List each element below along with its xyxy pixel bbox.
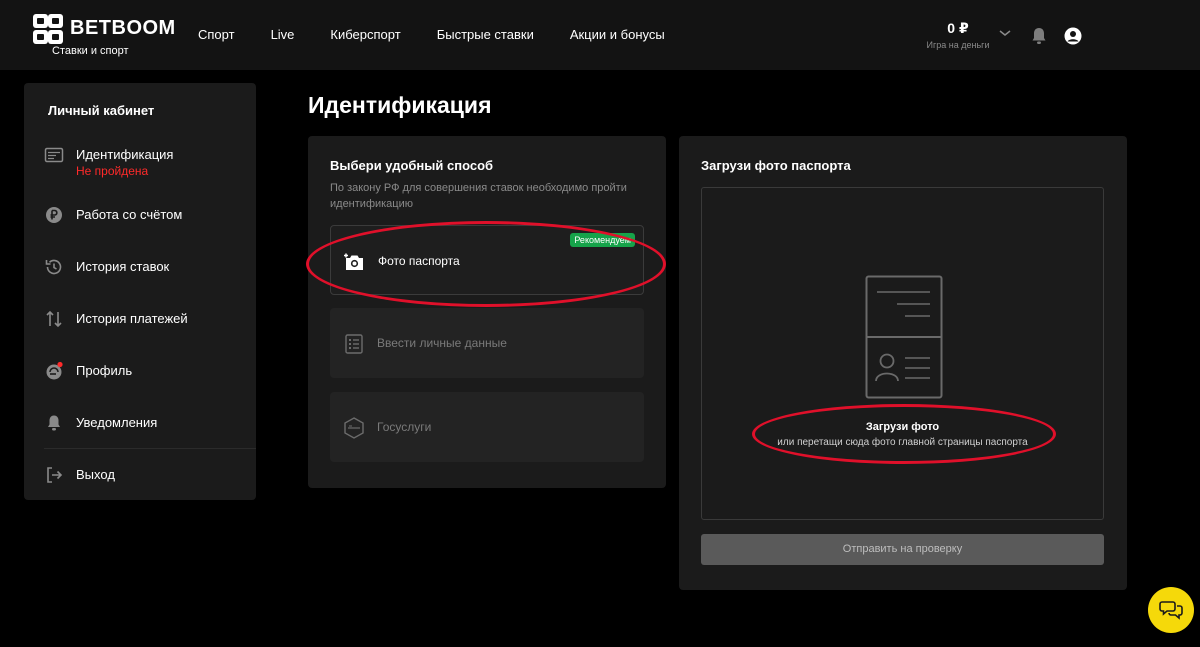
sidebar-item-label: Профиль — [76, 363, 133, 378]
sidebar-divider — [44, 448, 256, 449]
ruble-coin-icon — [46, 207, 62, 223]
sidebar-item-label: Уведомления — [76, 415, 158, 430]
profile-icon — [46, 361, 63, 380]
brand-logo[interactable]: BETBOOM Ставки и спорт — [32, 13, 175, 59]
user-account-icon[interactable] — [1064, 27, 1082, 45]
bell-icon[interactable] — [1031, 27, 1047, 45]
upload-heading: Загрузи фото паспорта — [701, 158, 851, 173]
brand-name: BETBOOM — [70, 17, 176, 39]
sidebar-item-payment-history[interactable]: История платежей — [44, 309, 244, 345]
chevron-down-icon[interactable] — [998, 28, 1012, 38]
submit-for-review-button[interactable]: Отправить на проверку — [701, 534, 1104, 565]
id-card-icon — [44, 147, 64, 163]
option-label: Фото паспорта — [378, 254, 460, 268]
balance-amount: 0 ₽ — [947, 20, 969, 36]
identification-method-card: Выбери удобный способ По закону РФ для с… — [308, 136, 666, 488]
sidebar-item-identification[interactable]: Идентификация Не пройдена — [44, 145, 244, 185]
nav-promotions[interactable]: Акции и бонусы — [570, 27, 665, 42]
sidebar-item-account[interactable]: Работа со счётом — [44, 205, 244, 241]
balance-mode-label: Игра на деньги — [926, 40, 990, 50]
method-heading: Выбери удобный способ — [330, 158, 494, 173]
balance-widget[interactable]: 0 ₽ Игра на деньги — [918, 20, 998, 50]
sidebar-item-label: Работа со счётом — [76, 207, 183, 222]
option-label: Ввести личные данные — [377, 336, 507, 350]
nav-esports[interactable]: Киберспорт — [330, 27, 400, 42]
nav-sport[interactable]: Спорт — [198, 27, 235, 42]
option-passport-photo[interactable]: Фото паспорта Рекомендуем — [330, 225, 644, 295]
gosuslugi-icon — [344, 417, 364, 439]
bell-icon — [48, 415, 60, 431]
sidebar-item-label: История платежей — [76, 311, 188, 326]
option-personal-data[interactable]: Ввести личные данные — [330, 308, 644, 378]
main-nav: Спорт Live Киберспорт Быстрые ставки Акц… — [198, 27, 701, 42]
support-chat-button[interactable] — [1148, 587, 1194, 633]
chat-bubbles-icon — [1159, 601, 1183, 620]
betboom-logo-icon — [33, 14, 63, 44]
form-list-icon — [345, 334, 363, 354]
photo-dropzone[interactable]: Загрузи фото или перетащи сюда фото глав… — [701, 187, 1104, 520]
brand-tagline: Ставки и спорт — [52, 45, 129, 57]
history-icon — [45, 259, 62, 275]
passport-upload-card: Загрузи фото паспорта Загрузи фото или п… — [679, 136, 1127, 590]
sidebar-title: Личный кабинет — [48, 103, 155, 118]
sidebar-item-profile[interactable]: Профиль — [44, 361, 244, 397]
sidebar-item-label: История ставок — [76, 259, 170, 274]
sidebar-item-label: Идентификация — [76, 147, 174, 162]
sidebar-item-bet-history[interactable]: История ставок — [44, 257, 244, 293]
method-description: По закону РФ для совершения ставок необх… — [330, 182, 627, 210]
logout-icon — [47, 467, 63, 483]
nav-fast-bets[interactable]: Быстрые ставки — [437, 27, 534, 42]
account-sidebar: Личный кабинет Идентификация Не пройдена… — [24, 83, 256, 500]
camera-add-icon — [344, 253, 363, 270]
sidebar-item-notifications[interactable]: Уведомления — [44, 413, 244, 449]
option-label: Госуслуги — [377, 420, 432, 434]
identification-status: Не пройдена — [76, 164, 149, 178]
transfer-arrows-icon — [46, 310, 62, 328]
top-header: BETBOOM Ставки и спорт Спорт Live Киберс… — [0, 0, 1200, 70]
option-gosuslugi[interactable]: Госуслуги — [330, 392, 644, 462]
passport-icon — [865, 275, 943, 399]
sidebar-item-label: Выход — [76, 467, 115, 482]
page-title: Идентификация — [308, 92, 492, 118]
sidebar-item-logout[interactable]: Выход — [44, 465, 244, 501]
dropzone-title: Загрузи фото — [865, 421, 940, 433]
dropzone-hint: или перетащи сюда фото главной страницы … — [777, 437, 1028, 448]
recommended-badge: Рекомендуем — [570, 233, 635, 247]
nav-live[interactable]: Live — [271, 27, 295, 42]
